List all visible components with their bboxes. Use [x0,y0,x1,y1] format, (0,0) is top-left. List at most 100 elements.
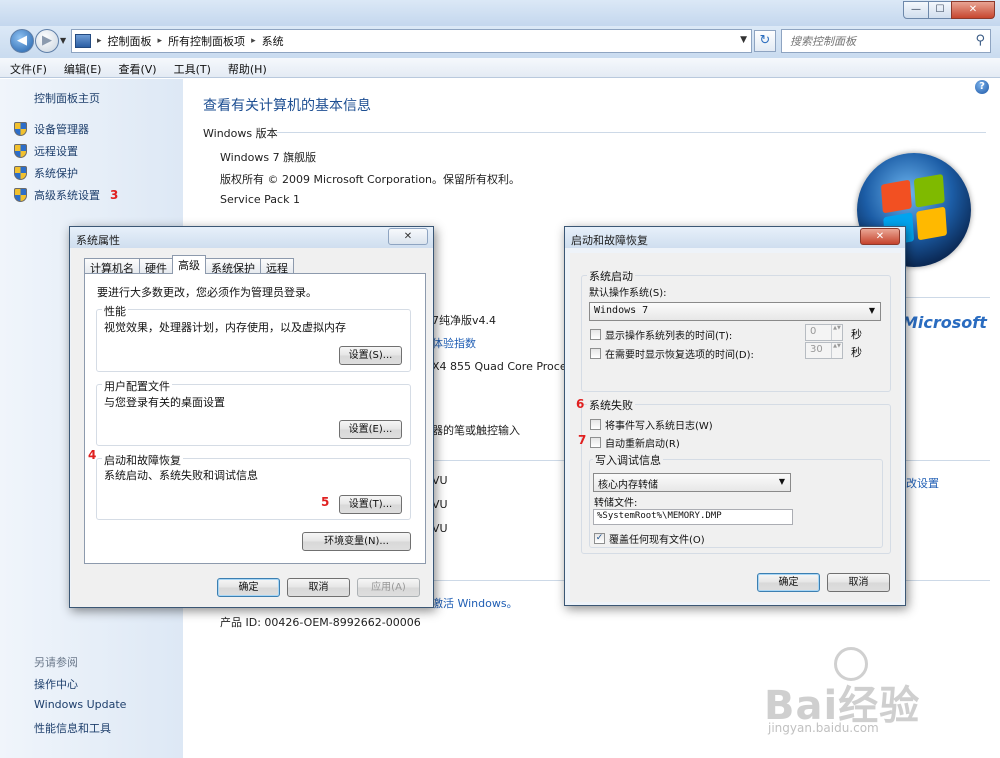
show-recovery-checkbox[interactable]: 在需要时显示恢复选项的时间(D): [590,346,754,361]
menu-help[interactable]: 帮助(H) [218,58,274,77]
default-os-select[interactable]: Windows 7 ▼ [589,302,881,321]
step-number-4: 4 [88,448,97,462]
dialog-close-button[interactable]: ✕ [388,228,428,245]
recent-pages-dropdown-icon[interactable]: ▼ [60,36,66,45]
navigation-bar: ◀ ▶ ▼ ▸ 控制面板 ▸ 所有控制面板项 ▸ 系统 ▼ ↻ ⚲ [0,26,1000,58]
checkbox-label: 显示操作系统列表的时间(T): [605,331,733,342]
experience-index-link[interactable]: 体验指数 [432,335,476,351]
performance-info-link[interactable]: 性能信息和工具 [34,720,111,736]
address-bar[interactable]: ▸ 控制面板 ▸ 所有控制面板项 ▸ 系统 ▼ [71,29,752,53]
dump-file-input[interactable]: %SystemRoot%\MEMORY.DMP [593,509,793,525]
recovery-time-spinner[interactable]: 30 ▲▼ [805,342,843,359]
show-os-list-checkbox[interactable]: 显示操作系统列表的时间(T): [590,327,732,342]
close-button[interactable]: ✕ [951,1,995,19]
spinner-value: 0 [810,326,817,337]
activate-windows-link[interactable]: 激活 Windows。 [432,595,518,611]
chevron-down-icon: ▼ [868,306,875,315]
system-version-fragment: 7纯净版v4.4 [432,314,497,327]
spinner-arrows-icon[interactable]: ▲▼ [831,343,842,358]
chevron-down-icon: ▼ [778,477,785,486]
environment-variables-button[interactable]: 环境变量(N)... [302,532,411,551]
tab-remote[interactable]: 远程 [260,258,294,275]
cancel-button[interactable]: 取消 [827,573,890,592]
breadcrumb-control-panel[interactable]: 控制面板 [108,33,152,49]
overwrite-checkbox[interactable]: ✓ 覆盖任何现有文件(O) [594,531,705,546]
advanced-system-settings-link[interactable]: 高级系统设置 3 [14,187,118,203]
checkbox-box[interactable]: ✓ [594,533,605,544]
ok-button[interactable]: 确定 [757,573,820,592]
refresh-button[interactable]: ↻ [754,30,776,52]
checkbox-box[interactable] [590,419,601,430]
action-center-link[interactable]: 操作中心 [34,676,78,692]
menu-view[interactable]: 查看(V) [108,58,163,77]
computer-name-fragment: VU [432,474,448,487]
device-manager-link[interactable]: 设备管理器 [14,121,89,137]
tab-computer-name[interactable]: 计算机名 [84,258,140,275]
default-os-label: 默认操作系统(S): [589,288,667,299]
checkbox-label: 在需要时显示恢复选项的时间(D): [605,350,754,361]
windows-update-link[interactable]: Windows Update [34,698,126,711]
debug-type-select[interactable]: 核心内存转储 ▼ [593,473,791,492]
auto-restart-checkbox[interactable]: 自动重新启动(R) [590,435,680,450]
write-event-checkbox[interactable]: 将事件写入系统日志(W) [590,417,713,432]
change-settings-link[interactable]: 改设置 [906,475,939,491]
breadcrumb-separator[interactable]: ▸ [97,36,102,46]
ok-button[interactable]: 确定 [217,578,280,597]
search-icon[interactable]: ⚲ [975,33,985,48]
spinner-arrows-icon[interactable]: ▲▼ [831,325,842,340]
startup-recovery-settings-button[interactable]: 设置(T)... [339,495,402,514]
service-pack: Service Pack 1 [220,193,300,206]
step-number-7: 7 [578,433,587,447]
startup-recovery-desc: 系统启动、系统失败和调试信息 [104,469,258,482]
menu-edit[interactable]: 编辑(E) [54,58,109,77]
tab-advanced[interactable]: 高级 [172,255,206,274]
admin-note: 要进行大多数更改，您必须作为管理员登录。 [97,286,317,299]
menu-bar: 文件(F) 编辑(E) 查看(V) 工具(T) 帮助(H) [0,58,1000,78]
search-box[interactable]: ⚲ [781,29,991,53]
minimize-button[interactable]: — [903,1,929,19]
checkbox-box[interactable] [590,437,601,448]
breadcrumb-all-items[interactable]: 所有控制面板项 [168,33,245,49]
breadcrumb-separator[interactable]: ▸ [158,36,163,46]
tab-hardware[interactable]: 硬件 [139,258,173,275]
debug-info-label: 写入调试信息 [593,452,663,468]
breadcrumb-system[interactable]: 系统 [262,33,284,49]
menu-tools[interactable]: 工具(T) [164,58,218,77]
pen-input-fragment: 器的笔或触控输入 [432,424,520,437]
tab-system-protection[interactable]: 系统保护 [205,258,261,275]
checkbox-label: 自动重新启动(R) [605,439,680,450]
checkbox-box[interactable] [590,329,601,340]
checkbox-label: 覆盖任何现有文件(O) [609,535,705,546]
breadcrumb-separator[interactable]: ▸ [251,36,256,46]
system-startup-label: 系统启动 [587,268,635,284]
menu-file[interactable]: 文件(F) [0,58,54,77]
user-profiles-settings-button[interactable]: 设置(E)... [339,420,402,439]
window-title-bar: — ☐ ✕ [0,0,1000,26]
advanced-tab-panel: 要进行大多数更改，您必须作为管理员登录。 性能 视觉效果，处理器计划，内存使用，… [84,273,426,564]
shield-icon [14,144,27,158]
windows-edition: Windows 7 旗舰版 [220,151,317,164]
performance-settings-button[interactable]: 设置(S)... [339,346,402,365]
section-divider [276,132,986,133]
system-protection-link[interactable]: 系统保护 [14,165,78,181]
user-profiles-desc: 与您登录有关的桌面设置 [104,396,225,409]
apply-button[interactable]: 应用(A) [357,578,420,597]
product-id: 产品 ID: 00426-OEM-8992662-00006 [220,616,421,629]
address-dropdown-icon[interactable]: ▼ [740,35,747,45]
control-panel-home-link[interactable]: 控制面板主页 [34,90,100,106]
back-button[interactable]: ◀ [10,29,34,53]
help-icon[interactable]: ? [975,80,989,94]
user-profiles-label: 用户配置文件 [102,378,172,394]
copyright-text: 版权所有 © 2009 Microsoft Corporation。保留所有权利… [220,173,521,186]
cancel-button[interactable]: 取消 [287,578,350,597]
forward-button[interactable]: ▶ [35,29,59,53]
dialog-close-button[interactable]: ✕ [860,228,900,245]
seconds-label: 秒 [851,328,862,341]
os-list-time-spinner[interactable]: 0 ▲▼ [805,324,843,341]
checkbox-box[interactable] [590,348,601,359]
link-label: 设备管理器 [34,123,89,136]
maximize-button[interactable]: ☐ [928,1,952,19]
remote-settings-link[interactable]: 远程设置 [14,143,78,159]
search-input[interactable] [782,30,962,52]
step-number-5: 5 [321,495,330,509]
